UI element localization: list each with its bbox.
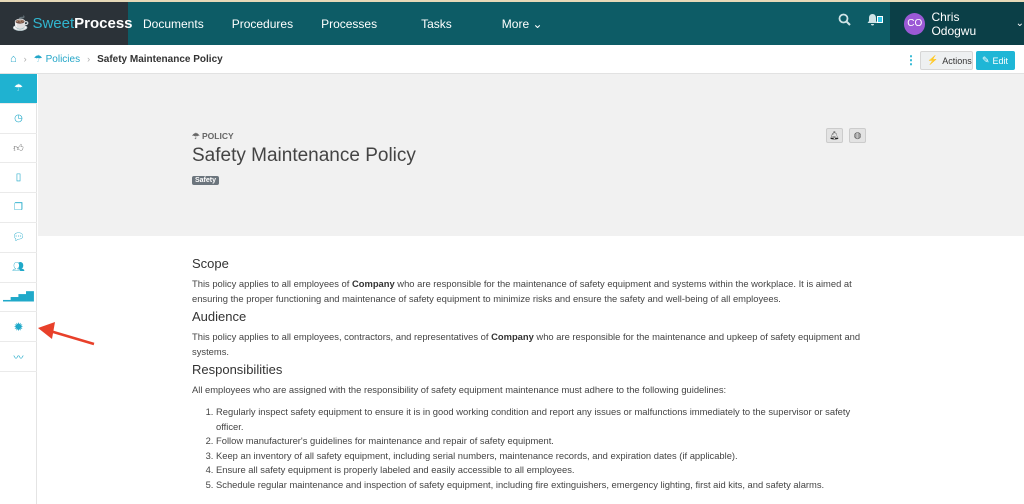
sidebar-item-document[interactable]: ▯ <box>0 163 37 194</box>
section-title-responsibilities: Responsibilities <box>192 362 283 377</box>
umbrella-icon: ☂ <box>33 53 43 65</box>
page-title: Safety Maintenance Policy <box>192 145 416 166</box>
gear-icon: ✹ <box>13 319 24 334</box>
sidebar-item-comments[interactable]: 💬︎ <box>0 223 37 253</box>
audience-text: This policy applies to all employees, co… <box>192 331 861 357</box>
list-item: Schedule regular maintenance and inspect… <box>216 478 872 493</box>
edit-icon: ✎ <box>982 55 990 65</box>
nav-procedures[interactable]: Procedures <box>232 17 293 31</box>
nav-tasks[interactable]: Tasks <box>421 17 452 31</box>
breadcrumb-separator: › <box>87 54 91 64</box>
nav-more[interactable]: More ⌄ <box>502 17 543 31</box>
sidebar-item-settings[interactable]: ✹ <box>0 312 37 343</box>
umbrella-icon: ☂ <box>14 82 23 94</box>
policy-kind: ☂ POLICY <box>192 131 234 142</box>
responsibilities-list: Regularly inspect safety equipment to en… <box>192 405 872 492</box>
top-navbar: ☕ Sweet Process Documents Procedures Proc… <box>0 0 1024 45</box>
list-item: Ensure all safety equipment is properly … <box>216 463 872 478</box>
chevron-down-icon: ⌄ <box>1015 18 1024 29</box>
signature-icon: 〰 <box>13 353 24 365</box>
document-icon: ▯ <box>15 172 22 184</box>
responsibilities-intro: All employees who are assigned with the … <box>192 384 727 395</box>
scope-text: This policy applies to all employees of … <box>192 278 852 304</box>
tag-badge[interactable]: Safety <box>192 176 220 185</box>
actions-button[interactable]: ⚡ Actions <box>920 51 973 70</box>
sidebar-item-signature[interactable]: 〰 <box>0 342 37 372</box>
cup-logo-icon: ☕ <box>12 15 30 31</box>
signal-icon: ▁▃▅▇ <box>3 291 34 303</box>
umbrella-icon: ☂ <box>192 131 202 141</box>
sidebar-item-users[interactable]: 👥︎ <box>0 253 37 283</box>
sidebar-item-stats[interactable]: ▁▃▅▇ <box>0 283 37 313</box>
bell-icon[interactable]: 🔔︎ <box>826 128 843 143</box>
globe-icon[interactable]: ◍ <box>849 128 866 143</box>
user-menu[interactable]: CO Chris Odogwu ⌄ <box>890 2 1024 45</box>
search-icon[interactable] <box>838 13 851 29</box>
sweetprocess-logo[interactable]: ☕ Sweet Process <box>0 2 133 45</box>
section-title-scope: Scope <box>192 256 229 271</box>
logo-text-process: Process <box>74 15 133 32</box>
list-item: Regularly inspect safety equipment to en… <box>216 405 872 434</box>
breadcrumb-current: Safety Maintenance Policy <box>97 53 223 65</box>
breadcrumb-policies[interactable]: Policies <box>46 54 80 65</box>
actions-label: Actions <box>942 55 972 66</box>
list-item: Follow manufacturer's guidelines for mai… <box>216 434 872 449</box>
list-item: Keep an inventory of all safety equipmen… <box>216 449 872 464</box>
policy-content: Scope This policy applies to all employe… <box>192 256 872 492</box>
sidebar-item-policy[interactable]: ☂ <box>0 74 37 104</box>
nav-documents[interactable]: Documents <box>143 17 204 31</box>
copy-icon: ❐ <box>14 202 23 214</box>
breadcrumb: ⌂ › ☂ Policies › Safety Maintenance Poli… <box>0 45 1024 74</box>
policy-header: ☂ POLICY Safety Maintenance Policy Safet… <box>38 74 1024 236</box>
sidebar-item-copies[interactable]: ❐ <box>0 193 37 223</box>
home-icon[interactable]: ⌂ <box>10 53 17 65</box>
red-arrow-annotation <box>38 322 95 346</box>
bolt-icon: ⚡ <box>927 55 939 65</box>
avatar: CO <box>904 12 926 35</box>
main-nav: Documents Procedures Processes Tasks Mor… <box>128 2 543 45</box>
clock-icon: ◷ <box>14 112 23 124</box>
sidebar-item-approvals[interactable]: 👍︎ <box>0 134 37 164</box>
sidebar-item-history[interactable]: ◷ <box>0 104 37 134</box>
users-icon: 👥︎ <box>12 261 25 273</box>
section-title-audience: Audience <box>192 309 247 324</box>
nav-processes[interactable]: Processes <box>321 17 377 31</box>
logo-text-sweet: Sweet <box>32 15 75 32</box>
user-name: Chris Odogwu <box>931 9 977 38</box>
sidebar: ☂ ◷ 👍︎ ▯ ❐ 💬︎ 👥︎ ▁▃▅▇ ✹ 〰 <box>0 74 37 504</box>
more-options-icon[interactable]: ⋮ <box>905 53 917 67</box>
edit-label: Edit <box>992 55 1009 66</box>
edit-button[interactable]: ✎ Edit <box>976 51 1015 70</box>
policy-kind-label: POLICY <box>201 131 234 141</box>
breadcrumb-separator: › <box>23 54 27 64</box>
thumbs-up-icon: 👍︎ <box>13 142 24 154</box>
notification-badge <box>877 16 883 23</box>
comments-icon: 💬︎ <box>12 231 25 243</box>
